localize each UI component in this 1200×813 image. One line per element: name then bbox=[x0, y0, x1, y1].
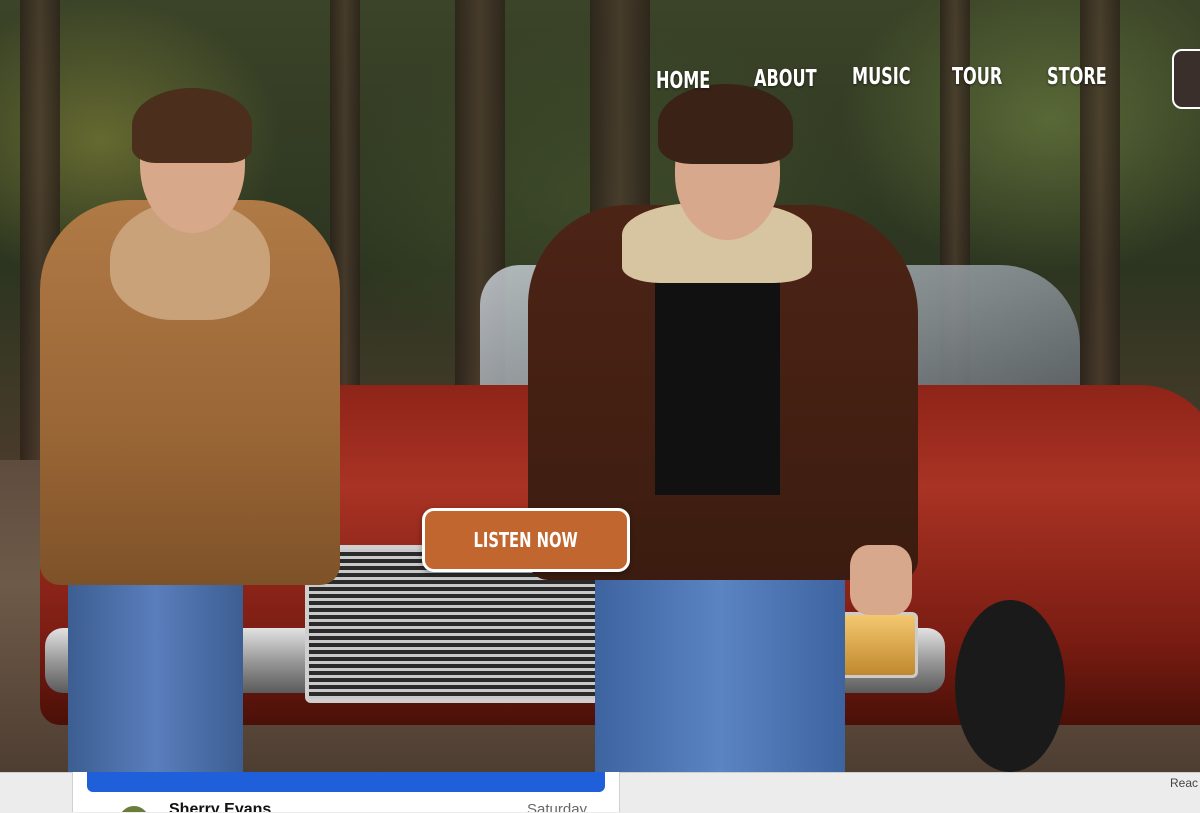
hero-image bbox=[0, 0, 1200, 772]
panel-action-bar[interactable] bbox=[87, 772, 605, 792]
right-person-hair bbox=[658, 84, 793, 164]
message-day: Saturday bbox=[527, 801, 588, 812]
avatar bbox=[119, 806, 149, 812]
nav-about[interactable]: ABOUT bbox=[754, 66, 817, 92]
nav-tour[interactable]: TOUR bbox=[952, 64, 1002, 90]
nav-home[interactable]: HOME bbox=[656, 68, 710, 94]
right-person-hand bbox=[850, 545, 912, 615]
car-wheel bbox=[955, 600, 1065, 772]
nav-music[interactable]: MUSIC bbox=[852, 64, 911, 90]
left-person-jeans bbox=[68, 565, 243, 772]
listen-now-button[interactable]: LISTEN NOW bbox=[422, 508, 630, 572]
car-headlight bbox=[838, 612, 918, 678]
corner-label: Reac bbox=[1170, 776, 1199, 790]
sender-name: Sherry Evans bbox=[169, 801, 272, 812]
nav-store[interactable]: STORE bbox=[1047, 64, 1107, 90]
listen-now-label: LISTEN NOW bbox=[473, 528, 579, 552]
nav-cart-button[interactable] bbox=[1172, 49, 1200, 109]
message-panel: Sherry Evans Saturday bbox=[72, 772, 620, 812]
left-person-hair bbox=[132, 88, 252, 163]
